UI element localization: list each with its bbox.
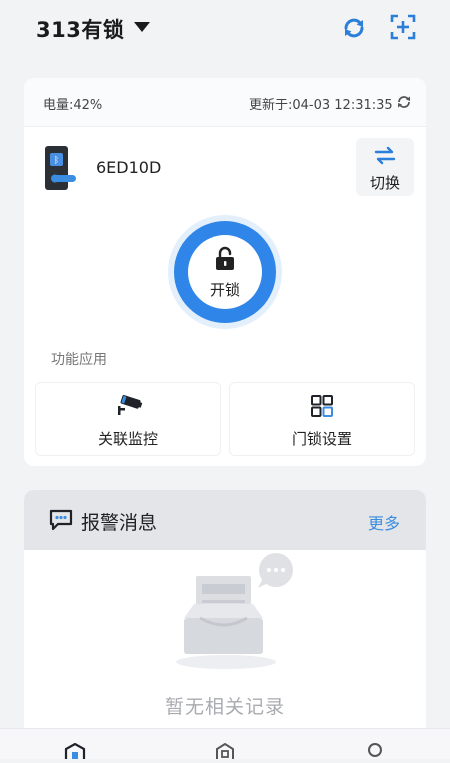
grid-icon [310, 394, 334, 418]
alarm-card: 报警消息 更多 暂无相关记录 [24, 490, 426, 758]
empty-inbox-icon [170, 552, 300, 672]
chevron-down-icon[interactable] [134, 22, 150, 32]
unlock-icon [213, 246, 237, 272]
refresh-small-icon[interactable] [396, 94, 412, 110]
linked-monitor-button[interactable]: 关联监控 [35, 382, 221, 456]
lock-settings-button[interactable]: 门锁设置 [229, 382, 415, 456]
empty-state-text: 暂无相关记录 [164, 696, 285, 718]
swap-icon [373, 146, 397, 166]
battery-level: 电量:42% [43, 98, 103, 113]
unlock-label: 开锁 [209, 281, 240, 299]
message-icon [49, 509, 73, 531]
smart-lock-icon: ᛒ [43, 145, 77, 191]
update-time: 更新于:04-03 12:31:35 [249, 98, 393, 113]
section-title: 功能应用 [51, 352, 107, 368]
home-name[interactable]: 313有锁 [36, 14, 124, 44]
home-icon[interactable] [64, 742, 86, 759]
function-label: 门锁设置 [291, 430, 352, 448]
device-icon[interactable] [214, 742, 236, 759]
device-name: 6ED10D [96, 158, 162, 177]
scan-add-icon[interactable] [389, 13, 417, 41]
more-link[interactable]: 更多 [368, 510, 400, 534]
refresh-icon[interactable] [340, 14, 368, 42]
switch-label: 切换 [369, 174, 400, 192]
bottom-nav [0, 728, 450, 759]
svg-text:ᛒ: ᛒ [54, 155, 59, 166]
alarm-title: 报警消息 [81, 512, 158, 534]
function-label: 关联监控 [97, 430, 158, 448]
switch-device-button[interactable]: 切换 [356, 138, 414, 196]
profile-icon[interactable] [366, 743, 384, 759]
camera-icon [115, 394, 143, 416]
